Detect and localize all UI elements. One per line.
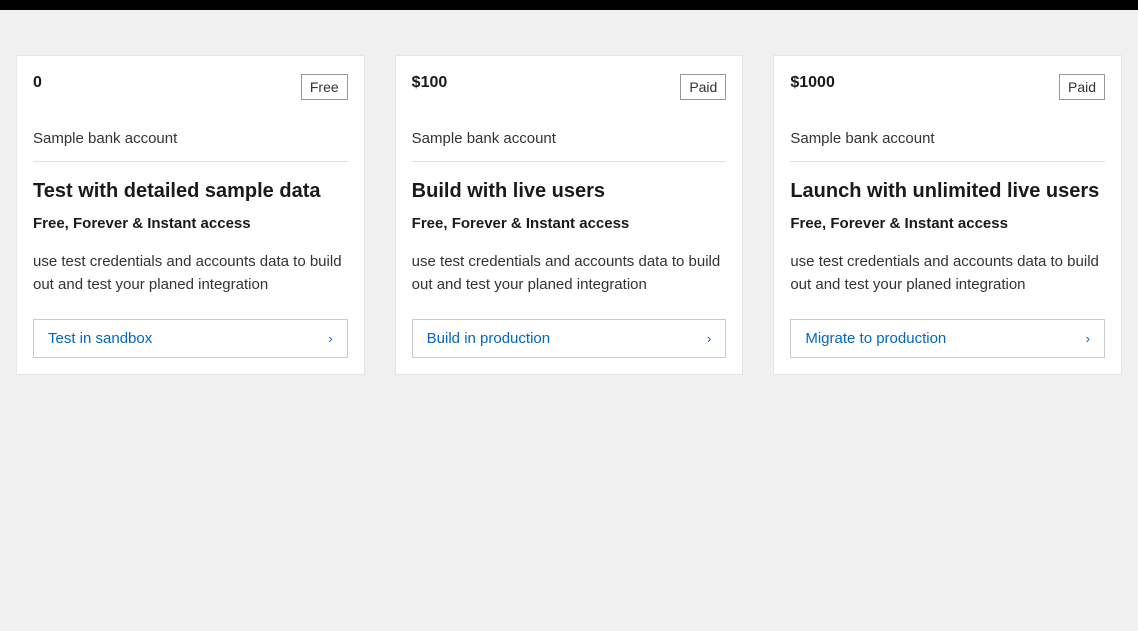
card-title: Build with live users <box>412 180 727 203</box>
plan-badge: Paid <box>680 74 726 100</box>
divider <box>412 161 727 162</box>
card-tagline: Free, Forever & Instant access <box>790 215 1105 232</box>
card-header: $100 Paid <box>412 74 727 100</box>
price-value: $100 <box>412 74 448 92</box>
price-value: 0 <box>33 74 42 92</box>
card-title: Test with detailed sample data <box>33 180 348 203</box>
build-in-production-button[interactable]: Build in production › <box>412 319 727 358</box>
migrate-to-production-button[interactable]: Migrate to production › <box>790 319 1105 358</box>
action-label: Build in production <box>427 330 550 347</box>
plan-badge: Paid <box>1059 74 1105 100</box>
card-description: use test credentials and accounts data t… <box>412 250 727 297</box>
action-label: Test in sandbox <box>48 330 152 347</box>
divider <box>790 161 1105 162</box>
pricing-card-paid-100: $100 Paid Sample bank account Build with… <box>395 55 744 375</box>
pricing-cards-container: 0 Free Sample bank account Test with det… <box>0 10 1138 375</box>
card-header: 0 Free <box>33 74 348 100</box>
card-description: use test credentials and accounts data t… <box>33 250 348 297</box>
topbar <box>0 0 1138 10</box>
card-subtitle: Sample bank account <box>790 130 1105 147</box>
price-value: $1000 <box>790 74 835 92</box>
card-subtitle: Sample bank account <box>33 130 348 147</box>
card-description: use test credentials and accounts data t… <box>790 250 1105 297</box>
plan-badge: Free <box>301 74 348 100</box>
test-in-sandbox-button[interactable]: Test in sandbox › <box>33 319 348 358</box>
pricing-card-free: 0 Free Sample bank account Test with det… <box>16 55 365 375</box>
action-label: Migrate to production <box>805 330 946 347</box>
chevron-right-icon: › <box>1086 331 1090 346</box>
card-header: $1000 Paid <box>790 74 1105 100</box>
divider <box>33 161 348 162</box>
chevron-right-icon: › <box>328 331 332 346</box>
card-subtitle: Sample bank account <box>412 130 727 147</box>
card-title: Launch with unlimited live users <box>790 180 1105 203</box>
chevron-right-icon: › <box>707 331 711 346</box>
pricing-card-paid-1000: $1000 Paid Sample bank account Launch wi… <box>773 55 1122 375</box>
card-tagline: Free, Forever & Instant access <box>412 215 727 232</box>
card-tagline: Free, Forever & Instant access <box>33 215 348 232</box>
